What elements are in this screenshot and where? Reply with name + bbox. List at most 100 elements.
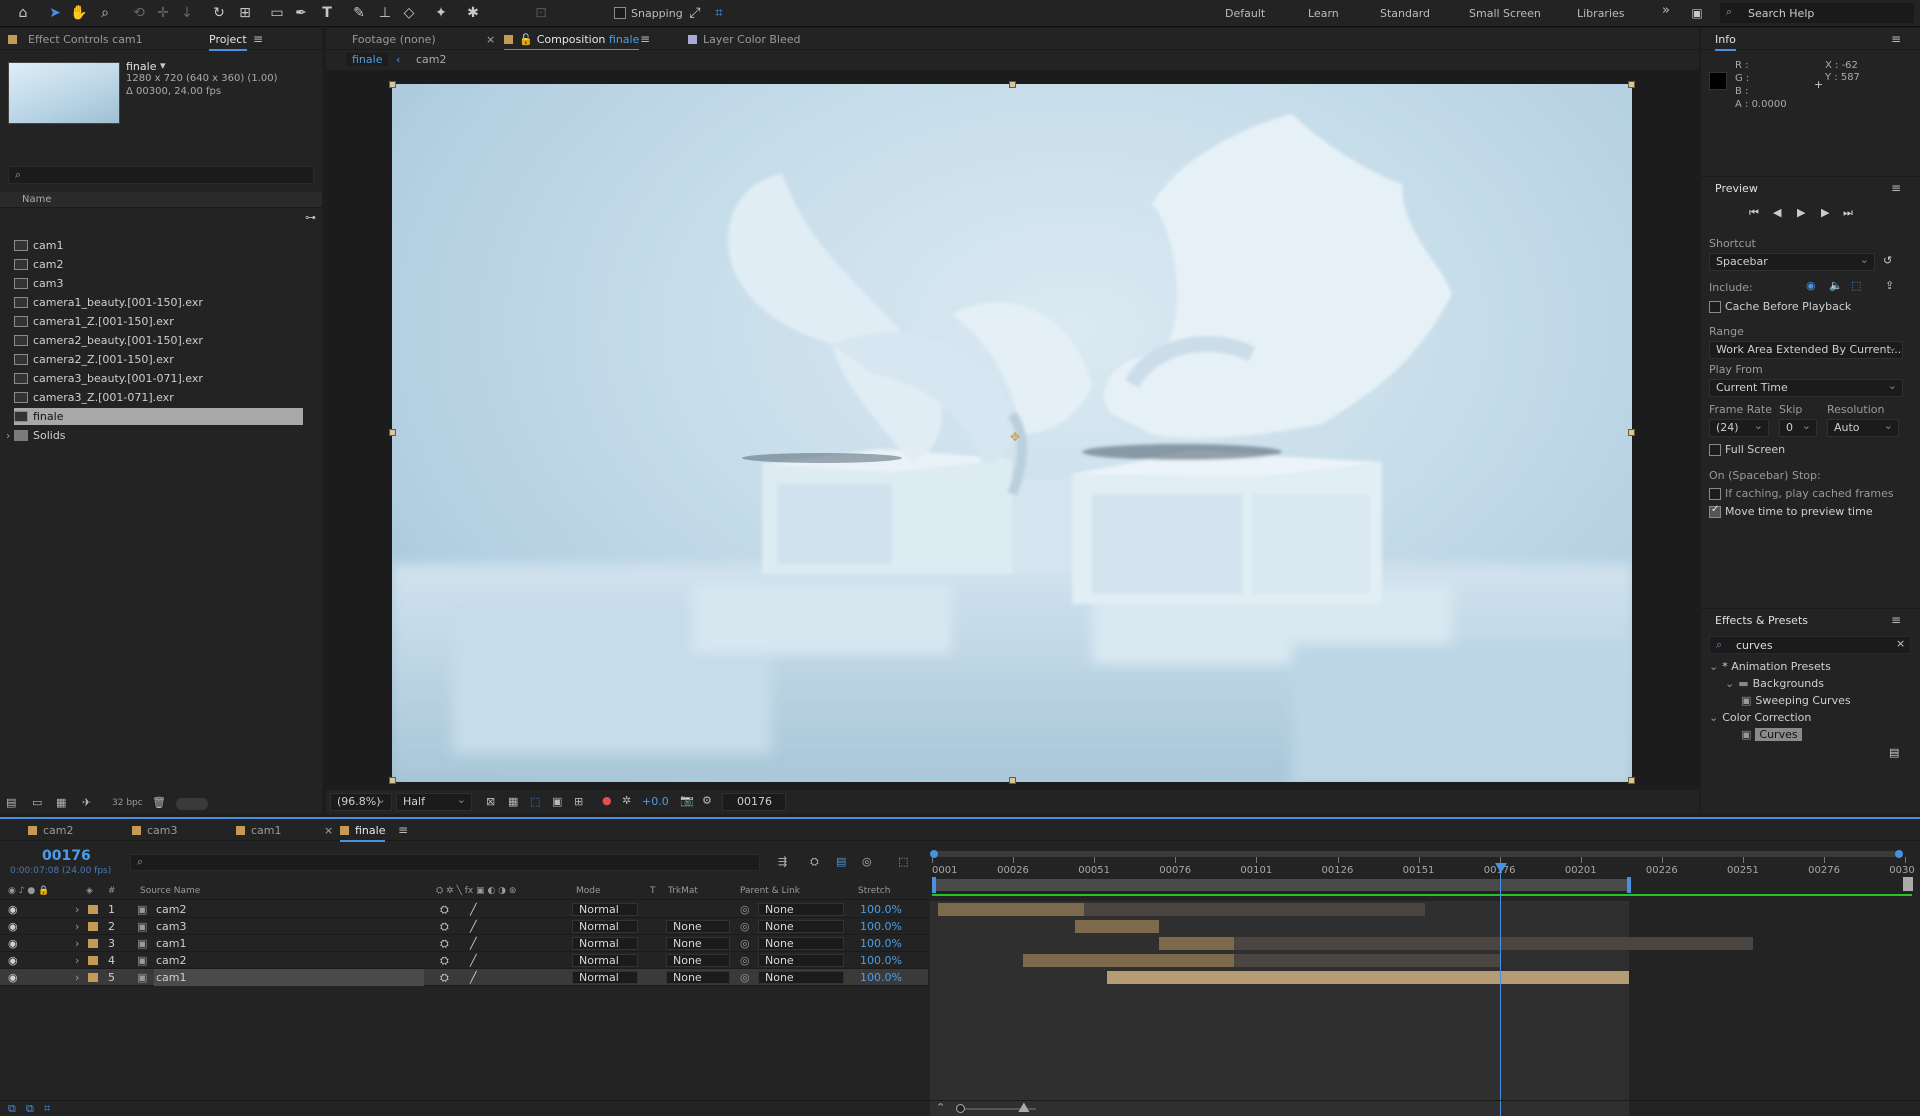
search-help-field[interactable]: ⌕ Search Help bbox=[1720, 3, 1914, 23]
preview-menu-icon[interactable]: ≡ bbox=[1891, 181, 1901, 195]
frame-blending-icon[interactable]: ▤ bbox=[836, 855, 846, 868]
label-color-swatch[interactable] bbox=[88, 956, 98, 965]
effects-tree-item[interactable]: ⌄ ▬ Backgrounds bbox=[1725, 677, 1824, 690]
last-frame-icon[interactable]: ⏭ bbox=[1843, 206, 1853, 220]
project-item[interactable]: cam3 bbox=[14, 275, 304, 292]
trkmat-dropdown[interactable]: None bbox=[666, 937, 730, 950]
tab-timeline-cam2[interactable]: cam2 bbox=[28, 824, 74, 837]
timeline-search-input[interactable]: ⌕ bbox=[130, 854, 760, 871]
mode-dropdown[interactable]: Normal bbox=[572, 971, 638, 984]
source-name-column-label[interactable]: Source Name bbox=[140, 886, 200, 896]
playhead-icon[interactable] bbox=[1494, 863, 1507, 873]
pickwhip-icon[interactable]: ◎ bbox=[740, 918, 750, 935]
pan-behind-icon[interactable]: ⊞ bbox=[236, 4, 254, 22]
frame-handle[interactable] bbox=[389, 777, 396, 784]
label-color-swatch[interactable] bbox=[88, 939, 98, 948]
rotation-tool-icon[interactable]: ↻ bbox=[210, 4, 228, 22]
tab-footage[interactable]: Footage (none) bbox=[352, 33, 436, 46]
layer-row[interactable]: ◉ › 5 ▣ cam1 ⛭ ╱ Normal None ◎ None 100.0% bbox=[0, 969, 928, 986]
stretch-value[interactable]: 100.0% bbox=[860, 969, 902, 986]
composition-render[interactable]: ✥ bbox=[392, 84, 1632, 782]
layer-name[interactable]: cam1 bbox=[154, 935, 424, 952]
puppet-pin-icon[interactable]: ✱ bbox=[464, 4, 482, 22]
expand-arrow-icon[interactable]: › bbox=[75, 969, 79, 986]
mode-dropdown[interactable]: Normal bbox=[572, 937, 638, 950]
new-bin-icon[interactable]: ▤ bbox=[1889, 746, 1899, 759]
parent-dropdown[interactable]: None bbox=[758, 903, 844, 916]
frame-handle[interactable] bbox=[1628, 429, 1635, 436]
show-snapshot-icon[interactable]: ⚙ bbox=[702, 794, 712, 807]
workspace-libraries[interactable]: Libraries bbox=[1577, 7, 1625, 20]
snapshot-icon[interactable]: 📷 bbox=[680, 794, 694, 807]
workspace-overflow-icon[interactable]: » bbox=[1662, 3, 1670, 18]
grid-guides-icon[interactable]: ⊞ bbox=[574, 795, 583, 808]
pickwhip-icon[interactable]: ◎ bbox=[740, 952, 750, 969]
interpret-footage-icon[interactable]: ▤ bbox=[6, 796, 16, 809]
parent-dropdown[interactable]: None bbox=[758, 920, 844, 933]
play-icon[interactable]: ▶ bbox=[1797, 206, 1805, 219]
layer-duration-bar[interactable] bbox=[1159, 937, 1753, 950]
breadcrumb-cam2[interactable]: cam2 bbox=[416, 53, 447, 66]
graph-editor-icon[interactable]: ⬚ bbox=[898, 855, 908, 868]
collapse-switch-icon[interactable]: ⛭ bbox=[440, 918, 449, 935]
delete-icon[interactable]: 🗑 bbox=[152, 796, 166, 809]
external-video-icon[interactable]: ⇪ bbox=[1885, 279, 1894, 292]
effects-menu-icon[interactable]: ≡ bbox=[1891, 613, 1901, 627]
work-area-end-handle[interactable] bbox=[1627, 877, 1632, 893]
stretch-value[interactable]: 100.0% bbox=[860, 952, 902, 969]
align-icon[interactable]: ⊡ bbox=[532, 4, 550, 22]
mode-dropdown[interactable]: Normal bbox=[572, 920, 638, 933]
new-folder-icon[interactable]: ▭ bbox=[32, 796, 42, 809]
project-item[interactable]: › Solids bbox=[6, 427, 304, 444]
layer-row[interactable]: ◉ › 4 ▣ cam2 ⛭ ╱ Normal None ◎ None 100.0% bbox=[0, 952, 928, 969]
effects-tree-item[interactable]: ▣ Sweeping Curves bbox=[1741, 694, 1851, 707]
next-frame-icon[interactable]: ▶ bbox=[1821, 206, 1829, 219]
clear-search-icon[interactable]: × bbox=[1896, 637, 1905, 650]
pickwhip-icon[interactable]: ◎ bbox=[740, 935, 750, 952]
workspace-standard[interactable]: Standard bbox=[1380, 7, 1430, 20]
orbit-camera-icon[interactable]: ⟲ bbox=[130, 4, 148, 22]
project-item[interactable]: camera3_beauty.[001-071].exr bbox=[14, 370, 304, 387]
parent-dropdown[interactable]: None bbox=[758, 937, 844, 950]
mode-dropdown[interactable]: Normal bbox=[572, 903, 638, 916]
layer-clip-bar[interactable] bbox=[1022, 954, 1234, 967]
label-color-swatch[interactable] bbox=[88, 922, 98, 931]
project-item[interactable]: cam2 bbox=[14, 256, 304, 273]
transparency-grid-icon[interactable]: ▦ bbox=[508, 795, 518, 808]
in-out-toggle-icon[interactable]: ⌗ bbox=[44, 1102, 50, 1116]
comp-mini-flowchart-icon[interactable]: ⇶ bbox=[778, 855, 787, 868]
layer-name[interactable]: cam3 bbox=[154, 918, 424, 935]
work-area-start-handle[interactable] bbox=[932, 877, 936, 893]
selection-tool-icon[interactable]: ➤ bbox=[46, 4, 64, 22]
current-frame-field[interactable]: 00176 bbox=[722, 793, 786, 811]
project-item[interactable]: camera1_Z.[001-150].exr bbox=[14, 313, 304, 330]
magnification-dropdown[interactable]: (96.8%) bbox=[330, 792, 392, 811]
dolly-camera-icon[interactable]: ↓ bbox=[178, 4, 196, 22]
layer-clip-bar[interactable] bbox=[938, 903, 1085, 916]
layer-row[interactable]: ◉ › 3 ▣ cam1 ⛭ ╱ Normal None ◎ None 100.0% bbox=[0, 935, 928, 952]
parent-dropdown[interactable]: None bbox=[758, 971, 844, 984]
zoom-tool-icon[interactable]: ⌕ bbox=[96, 4, 114, 22]
flowchart-icon[interactable]: ⊶ bbox=[305, 211, 316, 224]
time-ruler[interactable]: 0001000260005100076001010012600151001760… bbox=[930, 857, 1920, 877]
timeline-menu-icon[interactable]: ≡ bbox=[398, 823, 408, 837]
label-color-swatch[interactable] bbox=[88, 973, 98, 982]
include-overlays-icon[interactable]: ⬚ bbox=[1851, 279, 1861, 292]
zoom-out-icon[interactable]: ⌃ bbox=[936, 1101, 945, 1114]
tab-timeline-cam3[interactable]: cam3 bbox=[132, 824, 178, 837]
effects-tree-item[interactable]: ⌄ * Animation Presets bbox=[1709, 660, 1831, 673]
tab-composition[interactable]: 🔓 Composition finale bbox=[504, 33, 640, 51]
bpc-label[interactable]: 32 bpc bbox=[112, 798, 143, 808]
layer-name[interactable]: cam1 bbox=[154, 969, 424, 986]
quality-switch-icon[interactable]: ╱ bbox=[470, 952, 477, 969]
comp-dropdown-icon[interactable]: ▾ bbox=[160, 59, 166, 72]
collapse-switch-icon[interactable]: ⛭ bbox=[440, 969, 449, 986]
collapse-switch-icon[interactable]: ⛭ bbox=[440, 952, 449, 969]
clone-stamp-icon[interactable]: ⊥ bbox=[376, 4, 394, 22]
frame-handle[interactable] bbox=[389, 81, 396, 88]
type-tool-icon[interactable]: T bbox=[318, 4, 336, 22]
shortcut-dropdown[interactable]: Spacebar bbox=[1709, 252, 1875, 271]
anchor-point-icon[interactable]: ✥ bbox=[1010, 430, 1020, 444]
include-audio-icon[interactable]: 🔈 bbox=[1829, 279, 1843, 292]
home-icon[interactable]: ⌂ bbox=[14, 4, 32, 22]
